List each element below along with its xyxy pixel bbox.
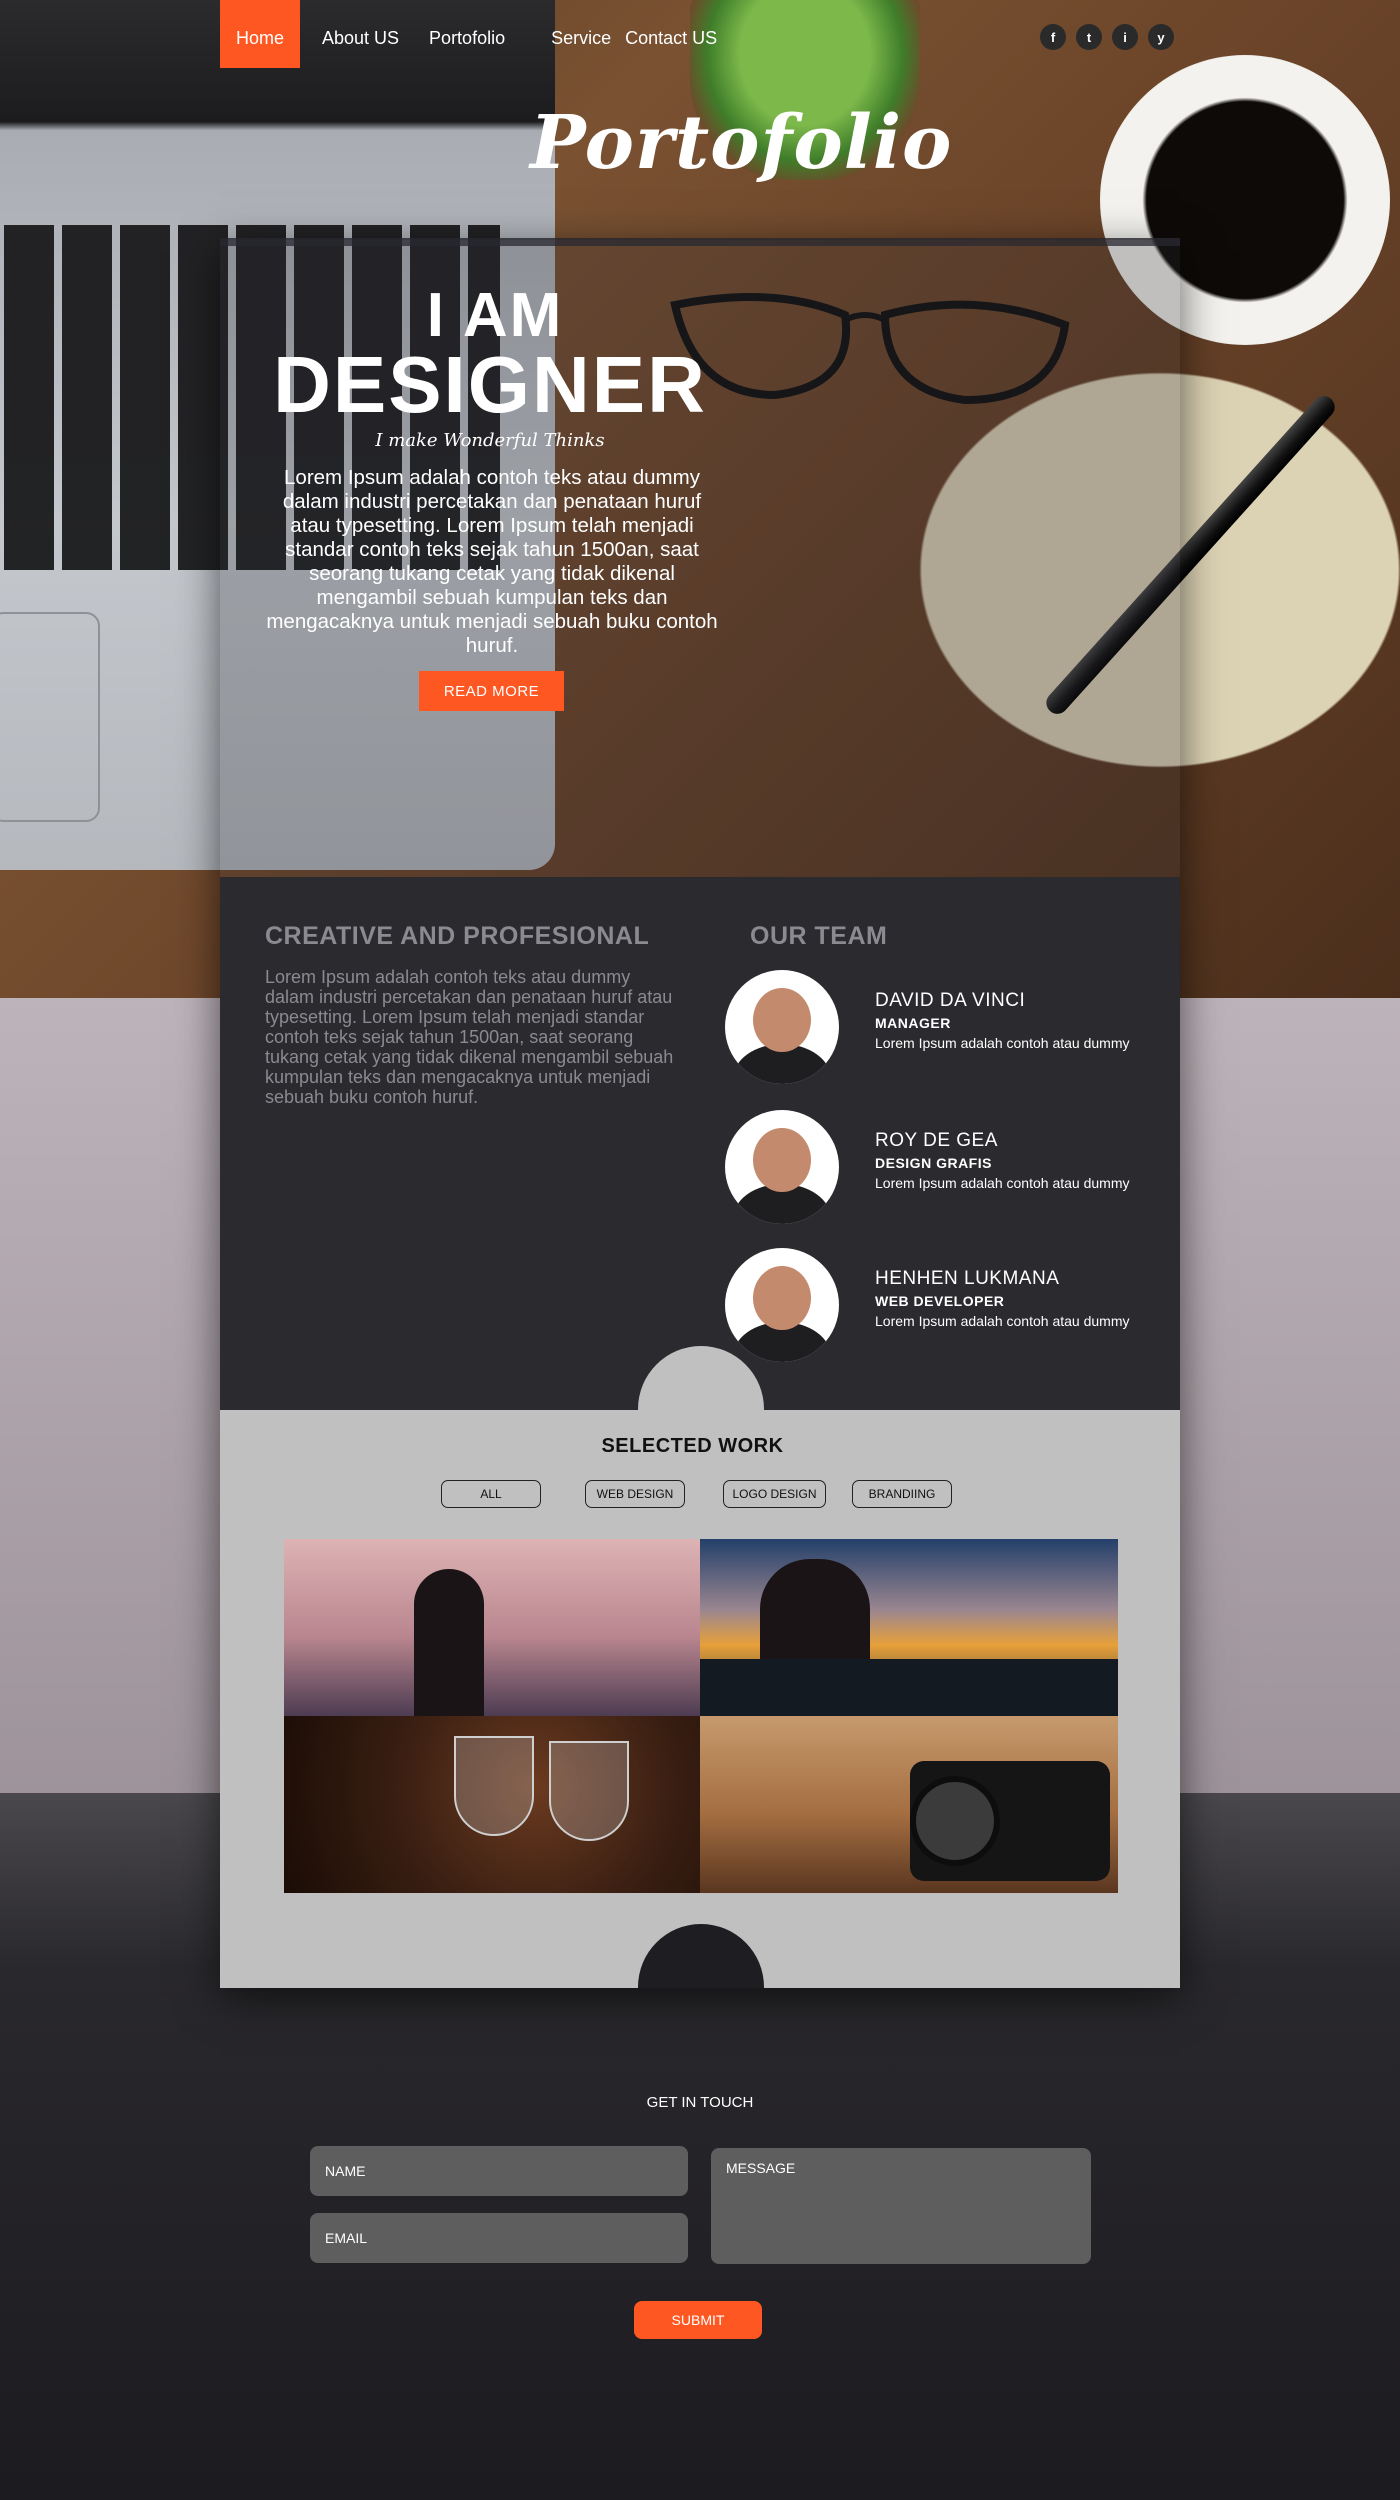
gallery-image-photographer-woman[interactable] [284,1539,702,1716]
nav-portofolio[interactable]: Portofolio [413,0,537,68]
member-name: ROY DE GEA [875,1130,998,1151]
wine-glass [454,1736,534,1836]
filter-logo-design-button[interactable]: LOGO DESIGN [723,1480,826,1508]
submit-button[interactable]: SUBMIT [634,2301,762,2339]
filter-web-design-button[interactable]: WEB DESIGN [585,1480,685,1508]
member-role: DESIGN GRAFIS [875,1155,992,1171]
main-nav: Home About US Portofolio Service Contact… [220,0,731,68]
trackpad-decoration [0,612,100,822]
twitter-icon[interactable]: t [1076,24,1102,50]
about-team-section: CREATIVE AND PROFESIONAL Lorem Ipsum ada… [220,877,1180,1410]
section-notch-bottom [638,1924,764,1988]
nav-service[interactable]: Service [537,0,617,68]
avatar [725,1110,839,1224]
avatar [725,1248,839,1362]
selected-work-title: SELECTED WORK [601,1435,784,1457]
selected-work-section: SELECTED WORK ALL WEB DESIGN LOGO DESIGN… [220,1410,1180,1988]
team-member: DAVID DA VINCI MANAGER Lorem Ipsum adala… [725,970,1165,1085]
water-shadow [700,1659,1118,1716]
filter-all-button[interactable]: ALL [441,1480,541,1508]
member-desc: Lorem Ipsum adalah contoh atau dummy [875,1313,1130,1329]
name-field[interactable] [310,2146,688,2196]
photographer-silhouette [414,1569,484,1716]
gallery-image-camera[interactable] [700,1716,1118,1893]
social-links: f t i y [1040,24,1174,50]
team-member: ROY DE GEA DESIGN GRAFIS Lorem Ipsum ada… [725,1110,1165,1225]
gallery-image-wine-glasses[interactable] [284,1716,702,1893]
contact-title: GET IN TOUCH [646,2094,754,2111]
about-title: CREATIVE AND PROFESIONAL [265,922,650,950]
team-title: OUR TEAM [750,922,888,950]
gallery-image-sunset-photographer[interactable] [700,1539,1118,1716]
site-logo: Portofolio [530,100,953,186]
nav-contact[interactable]: Contact US [617,0,731,68]
about-text: Lorem Ipsum adalah contoh teks atau dumm… [265,967,674,1107]
hero-heading-line2: DESIGNER [273,340,707,429]
member-name: HENHEN LUKMANA [875,1268,1060,1289]
filter-branding-button[interactable]: BRANDIING [852,1480,952,1508]
avatar [725,970,839,1084]
read-more-button[interactable]: READ MORE [419,671,564,711]
facebook-icon[interactable]: f [1040,24,1066,50]
wine-glass [549,1741,629,1841]
member-name: DAVID DA VINCI [875,990,1026,1011]
camera-lens [910,1776,1000,1866]
member-desc: Lorem Ipsum adalah contoh atau dummy [875,1175,1130,1191]
instagram-icon[interactable]: i [1112,24,1138,50]
nav-about[interactable]: About US [308,0,413,68]
email-field[interactable] [310,2213,688,2263]
hero-tagline: I make Wonderful Thinks [375,430,605,451]
member-role: MANAGER [875,1015,951,1031]
message-field[interactable] [711,2148,1091,2264]
team-member: HENHEN LUKMANA WEB DEVELOPER Lorem Ipsum… [725,1248,1165,1363]
hero-heading-line1: I AM [426,281,564,350]
hero-text: Lorem Ipsum adalah contoh teks atau dumm… [266,466,718,657]
member-desc: Lorem Ipsum adalah contoh atau dummy [875,1035,1130,1051]
member-role: WEB DEVELOPER [875,1293,1005,1309]
nav-home[interactable]: Home [220,0,300,68]
youtube-icon[interactable]: y [1148,24,1174,50]
